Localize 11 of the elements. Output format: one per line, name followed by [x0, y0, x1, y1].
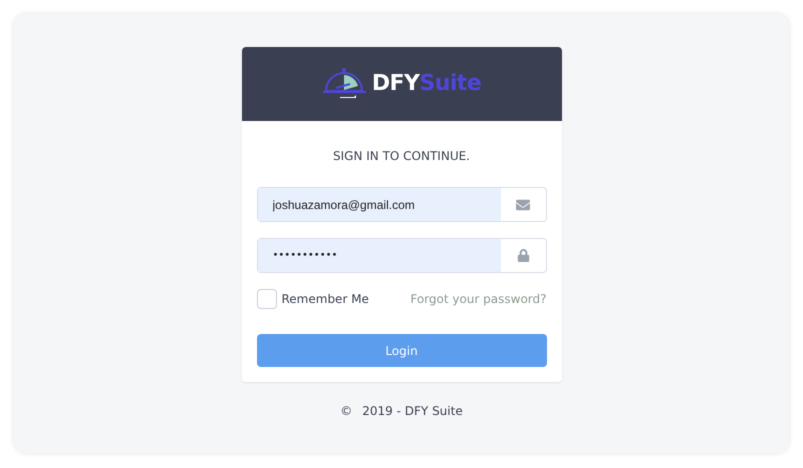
password-field[interactable]: ••••••••••• [256, 238, 546, 273]
sign-in-heading: SIGN IN TO CONTINUE. [332, 148, 471, 165]
logo-text: DFY [372, 73, 420, 95]
email-field[interactable]: joshuazamora@gmail.com [256, 187, 546, 222]
envelope-icon [516, 198, 530, 212]
footer-text: 2019 - DFY Suite [362, 403, 463, 420]
remember-label: Remember Me [282, 291, 369, 308]
lock-icon [516, 249, 530, 262]
remember-checkbox[interactable] [256, 289, 276, 309]
copyright-sign: © [340, 403, 352, 420]
logo-text: Suite [419, 73, 482, 95]
